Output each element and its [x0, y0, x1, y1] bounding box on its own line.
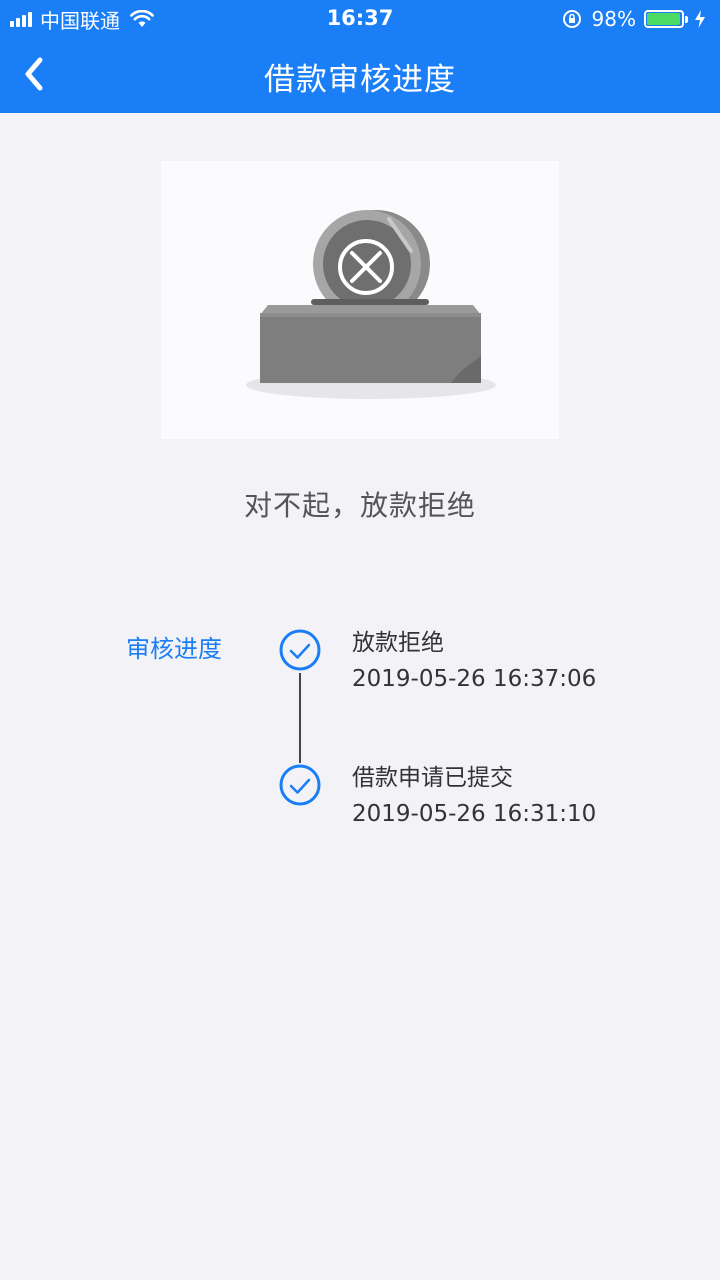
step-time: 2019-05-26 16:37:06: [352, 666, 597, 692]
progress-section-label: 审核进度: [126, 635, 222, 663]
timeline-step: 放款拒绝 2019-05-26 16:37:06: [352, 627, 596, 697]
status-bar-right: 98%: [562, 6, 706, 32]
app-header: 中国联通 16:37 98% 借款审核进度: [0, 0, 720, 113]
step-time: 2019-05-26 16:31:10: [352, 801, 597, 827]
battery-cap: [685, 15, 688, 23]
check-circle-icon: [279, 629, 321, 671]
navigation-bar: 借款审核进度: [0, 38, 720, 113]
battery-level-fill: [647, 13, 681, 25]
result-illustration: [161, 161, 559, 439]
result-message: 对不起，放款拒绝: [243, 489, 476, 522]
rejected-coin-box-icon: [246, 210, 496, 399]
battery-icon: [644, 10, 684, 28]
timeline-connector: [299, 673, 301, 763]
step-title: 借款申请已提交: [352, 765, 513, 791]
timeline-step: 借款申请已提交 2019-05-26 16:31:10: [352, 762, 596, 832]
page-title: 借款审核进度: [264, 62, 456, 98]
charging-bolt-icon: [695, 10, 705, 28]
battery-percent: 98%: [591, 7, 636, 31]
step-title: 放款拒绝: [352, 630, 444, 656]
orientation-lock-icon: [562, 10, 581, 28]
check-circle-icon: [279, 764, 321, 806]
status-bar: 中国联通 16:37 98%: [0, 0, 720, 38]
